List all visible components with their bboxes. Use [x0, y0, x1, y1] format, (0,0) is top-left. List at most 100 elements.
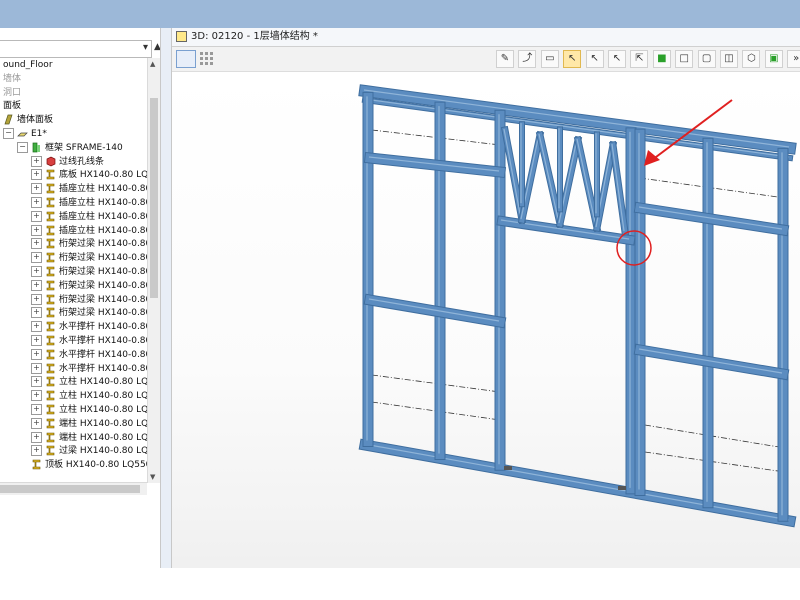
tree-item[interactable]: + 桁架过梁 HX140-0.80 LQ550: [31, 237, 147, 251]
tree-item-label: E1*: [31, 129, 47, 139]
rotate-icon[interactable]: ⤴: [518, 50, 537, 68]
anchor-marker: [504, 466, 512, 470]
tree-item[interactable]: + 桁架过梁 HX140-0.80 LQ550: [31, 279, 147, 293]
tree-expander-icon[interactable]: +: [31, 404, 42, 415]
scroll-up-icon[interactable]: ▲: [150, 60, 155, 68]
tree-item[interactable]: + 水平撑杆 HX140-0.80 LQ550: [31, 334, 147, 348]
box-side-icon[interactable]: ◫: [720, 50, 738, 68]
tree-item[interactable]: + 桁架过梁 HX140-0.80 LQ550: [31, 265, 147, 279]
tree-expander-icon[interactable]: +: [31, 169, 42, 181]
tree-expander-icon[interactable]: +: [31, 376, 42, 388]
tree-item[interactable]: + 桁架过梁 HX140-0.80 LQ550: [31, 251, 147, 265]
ruler-icon[interactable]: ▭: [540, 50, 559, 68]
tree-item[interactable]: 面板: [3, 99, 21, 113]
tree-expander-icon[interactable]: +: [31, 155, 42, 167]
tree-item-label: 过线孔线条: [59, 156, 105, 167]
tree-item[interactable]: + 底板 HX140-0.80 LQ550: [31, 168, 147, 182]
tree-item-label: ound_Floor: [3, 60, 53, 70]
tree-node-icon: [45, 390, 59, 401]
cube-icon[interactable]: ⬡: [742, 50, 761, 68]
tree-horizontal-scrollbar[interactable]: [0, 482, 147, 495]
tree-item[interactable]: ound_Floor: [3, 58, 53, 72]
grid-layout-icon[interactable]: [198, 50, 214, 66]
tree-expander-icon[interactable]: +: [31, 266, 42, 277]
tree-item[interactable]: + 水平撑杆 HX140-0.80 LQ550: [31, 362, 147, 376]
model-tree[interactable]: ound_Floor 墙体 洞口 面板 墙体面板 − E1* − 框架 SFRAME-140 + 过…: [0, 58, 147, 478]
chevron-down-icon[interactable]: ▾: [143, 42, 148, 53]
tree-expander-icon[interactable]: +: [31, 335, 42, 346]
tree-item[interactable]: 顶板 HX140-0.80 LQ550: [31, 458, 147, 472]
panel-splitter[interactable]: [160, 28, 172, 568]
tree-filter-combo[interactable]: ▾: [0, 40, 152, 58]
tree-expander-icon[interactable]: +: [31, 390, 42, 402]
tree-vertical-scrollbar[interactable]: ▲ ▼: [147, 58, 160, 483]
tree-item[interactable]: 墙体: [3, 72, 21, 86]
tree-item-label: 框架 SFRAME-140: [45, 142, 123, 153]
tree-expander-icon[interactable]: +: [31, 279, 42, 291]
select-arrow-icon[interactable]: ↖: [563, 50, 582, 68]
tree-item[interactable]: + 插座立柱 HX140-0.80 LQ550: [31, 210, 147, 224]
tree-item[interactable]: + 桁架过梁 HX140-0.80 LQ550: [31, 306, 147, 320]
tree-expander-icon[interactable]: −: [3, 128, 14, 139]
scroll-down-icon[interactable]: ▼: [150, 473, 155, 481]
tree-expander-icon[interactable]: +: [31, 417, 42, 429]
box-icon[interactable]: ▢: [697, 50, 716, 68]
tree-item[interactable]: + 插座立柱 HX140-0.80 LQ550: [31, 182, 147, 196]
cursor-icon[interactable]: ⇱: [630, 50, 649, 68]
truss-web-highlight: [538, 133, 560, 224]
tree-item-label: 底板 HX140-0.80 LQ550: [59, 170, 147, 181]
tree-item[interactable]: + 插座立柱 HX140-0.80 LQ550: [31, 224, 147, 238]
tree-expander-icon[interactable]: +: [31, 293, 42, 305]
tree-item[interactable]: 洞口: [3, 86, 21, 100]
tree-item[interactable]: + 水平撑杆 HX140-0.80 LQ550: [31, 320, 147, 334]
tree-item[interactable]: − E1*: [3, 127, 47, 141]
h-scrollbar-thumb[interactable]: [0, 485, 140, 493]
tree-expander-icon[interactable]: +: [31, 362, 42, 374]
tree-expander-icon[interactable]: +: [31, 348, 42, 360]
tree-item-label: 端柱 HX140-0.80 LQ550: [59, 432, 147, 443]
green-box-icon[interactable]: ■: [652, 50, 671, 68]
tree-expander-icon[interactable]: +: [31, 238, 42, 250]
tree-item[interactable]: + 过梁 HX140-0.80 LQ550: [31, 444, 147, 458]
tree-expander-icon[interactable]: +: [31, 210, 42, 222]
tree-item[interactable]: + 立柱 HX140-0.80 LQ550: [31, 389, 147, 403]
tree-expander-icon[interactable]: +: [31, 445, 42, 457]
tree-node-icon: [45, 266, 59, 277]
tree-item-label: 墙体面板: [17, 115, 54, 126]
tree-item[interactable]: + 立柱 HX140-0.80 LQ550: [31, 375, 147, 389]
box-wire-icon[interactable]: □: [675, 50, 694, 68]
tree-expander-icon[interactable]: +: [31, 431, 42, 443]
tree-expander-icon[interactable]: +: [31, 224, 42, 236]
tree-item[interactable]: + 端柱 HX140-0.80 LQ550: [31, 431, 147, 445]
tree-item-label: 立柱 HX140-0.80 LQ550: [59, 391, 147, 402]
tree-item[interactable]: 墙体面板: [3, 113, 53, 127]
green-cube-icon[interactable]: ▣: [764, 50, 783, 68]
tree-item[interactable]: + 桁架过梁 HX140-0.80 LQ550: [31, 293, 147, 307]
wall-frame-model[interactable]: [172, 72, 800, 568]
scrollbar-thumb[interactable]: [150, 98, 158, 298]
pin-icon[interactable]: ✎: [496, 50, 514, 68]
tree-expander-icon[interactable]: +: [31, 252, 42, 264]
tree-item[interactable]: + 水平撑杆 HX140-0.80 LQ550: [31, 348, 147, 362]
more-icon[interactable]: »: [787, 50, 800, 68]
tree-expander-icon[interactable]: +: [31, 321, 42, 333]
3d-viewport[interactable]: [172, 72, 800, 568]
tree-expander-icon[interactable]: +: [31, 307, 42, 319]
tree-item[interactable]: + 插座立柱 HX140-0.80 LQ550: [31, 196, 147, 210]
tree-expander-icon[interactable]: +: [31, 183, 42, 195]
select-arrow-2-icon[interactable]: ↖: [585, 50, 604, 68]
view-title-bar[interactable]: 3D: 02120 - 1层墙体结构 *: [172, 28, 800, 47]
tree-item[interactable]: + 端柱 HX140-0.80 LQ550: [31, 417, 147, 431]
tree-item-label: 水平撑杆 HX140-0.80 LQ550: [59, 336, 147, 346]
tree-item-label: 水平撑杆 HX140-0.80 LQ550: [59, 322, 147, 333]
select-arrow-3-icon[interactable]: ↖: [608, 50, 626, 68]
window-layout-icon[interactable]: [176, 50, 196, 68]
tree-item[interactable]: + 立柱 HX140-0.80 LQ550: [31, 403, 147, 417]
tree-item-label: 桁架过梁 HX140-0.80 LQ550: [59, 280, 147, 291]
tree-item-label: 顶板 HX140-0.80 LQ550: [45, 460, 147, 471]
tree-item[interactable]: − 框架 SFRAME-140: [17, 141, 123, 155]
tree-expander-icon[interactable]: −: [17, 141, 28, 153]
tree-node-icon: [45, 418, 59, 429]
tree-item[interactable]: + 过线孔线条: [31, 155, 104, 169]
tree-expander-icon[interactable]: +: [31, 197, 42, 208]
